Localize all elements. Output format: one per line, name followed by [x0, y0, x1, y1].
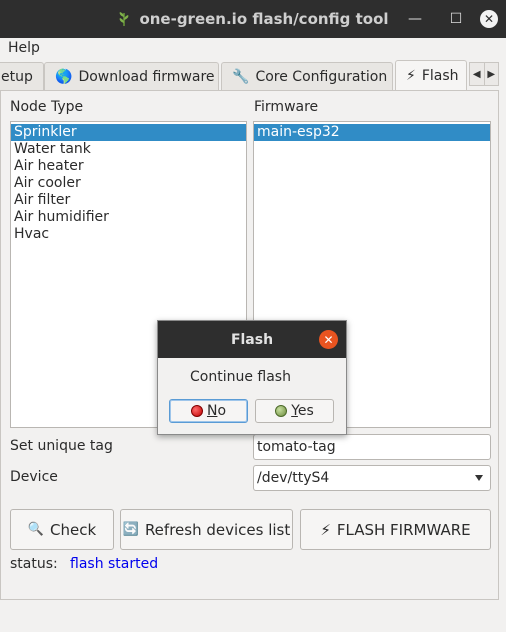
list-item[interactable]: Water tank: [11, 141, 246, 158]
dialog-message: Continue flash: [190, 369, 291, 385]
check-button[interactable]: 🔍 Check: [10, 509, 114, 550]
node-type-label: Node Type: [10, 99, 84, 115]
device-select-value: /dev/ttyS4: [257, 470, 330, 486]
unique-tag-input[interactable]: tomato-tag: [253, 434, 491, 460]
list-item[interactable]: main-esp32: [254, 124, 490, 141]
menu-help[interactable]: Help: [8, 40, 40, 56]
tab-download-firmware-label: Download firmware: [78, 68, 215, 85]
list-item[interactable]: Sprinkler: [11, 124, 246, 141]
node-type-items: Sprinkler Water tank Air heater Air cool…: [11, 122, 246, 243]
yes-mnemonic: Y: [291, 403, 298, 419]
lightning-icon: ⚡: [320, 520, 331, 539]
no-mnemonic: N: [206, 403, 218, 419]
firmware-label: Firmware: [254, 99, 319, 115]
list-item[interactable]: Air filter: [11, 192, 246, 209]
tab-scroll-right-button[interactable]: ▶: [483, 63, 499, 85]
check-button-label: Check: [50, 520, 97, 539]
list-item[interactable]: Air humidifier: [11, 209, 246, 226]
list-item[interactable]: Hvac: [11, 226, 246, 243]
green-circle-icon: [275, 405, 288, 417]
list-item[interactable]: Air cooler: [11, 175, 246, 192]
chevron-down-icon: [475, 475, 483, 481]
flash-firmware-button-label: FLASH FIRMWARE: [336, 520, 471, 539]
tab-setup-label: etup: [1, 68, 33, 85]
tab-bar: etup 🌎 Download firmware 🔧 Core Configur…: [0, 60, 506, 90]
window-title: one-green.io flash/config tool: [139, 10, 389, 28]
close-window-button[interactable]: ✕: [480, 10, 498, 28]
no-label-rest: o: [217, 403, 227, 419]
wrench-icon: 🔧: [232, 68, 250, 85]
tab-setup[interactable]: etup: [0, 62, 44, 90]
tab-flash-label: Flash: [421, 67, 459, 84]
refresh-icon: 🔄: [122, 522, 139, 537]
tab-flash[interactable]: ⚡ Flash: [395, 60, 467, 90]
status-value: flash started: [70, 556, 159, 572]
flash-confirm-dialog: Flash ✕ Continue flash No Yes: [157, 320, 347, 435]
tab-core-configuration[interactable]: 🔧 Core Configuration: [221, 62, 393, 90]
dialog-title: Flash: [230, 331, 274, 348]
tab-download-firmware[interactable]: 🌎 Download firmware: [44, 62, 219, 90]
unique-tag-label: Set unique tag: [10, 438, 113, 454]
tab-core-configuration-label: Core Configuration: [255, 68, 388, 85]
refresh-devices-button[interactable]: 🔄 Refresh devices list: [120, 509, 293, 550]
flash-firmware-button[interactable]: ⚡ FLASH FIRMWARE: [300, 509, 491, 550]
tab-scroll-left-button[interactable]: ◀: [470, 63, 484, 85]
leaf-icon: [120, 12, 129, 26]
magnifier-icon: 🔍: [27, 522, 45, 537]
device-label: Device: [10, 469, 58, 485]
refresh-devices-button-label: Refresh devices list: [144, 520, 291, 539]
tab-scroll-buttons: ◀ ▶: [469, 62, 499, 86]
dialog-close-button[interactable]: ✕: [319, 330, 338, 349]
lightning-icon: ⚡: [406, 67, 416, 84]
dialog-titlebar: Flash: [158, 321, 346, 358]
firmware-items: main-esp32: [254, 122, 490, 141]
yes-label-rest: es: [297, 403, 314, 419]
status-label: status:: [10, 556, 58, 572]
minimize-button[interactable]: —: [405, 9, 425, 29]
globe-icon: 🌎: [55, 68, 73, 85]
no-button-label: No: [207, 403, 226, 419]
menu-bar: Help: [0, 38, 506, 60]
yes-button-label: Yes: [291, 403, 314, 419]
no-button[interactable]: No: [169, 399, 248, 423]
device-select[interactable]: /dev/ttyS4: [253, 465, 491, 491]
title-wrap: one-green.io flash/config tool: [0, 0, 506, 38]
yes-button[interactable]: Yes: [255, 399, 334, 423]
window-titlebar: one-green.io flash/config tool — ☐ ✕: [0, 0, 506, 38]
red-circle-icon: [190, 405, 203, 417]
list-item[interactable]: Air heater: [11, 158, 246, 175]
maximize-button[interactable]: ☐: [446, 9, 466, 29]
